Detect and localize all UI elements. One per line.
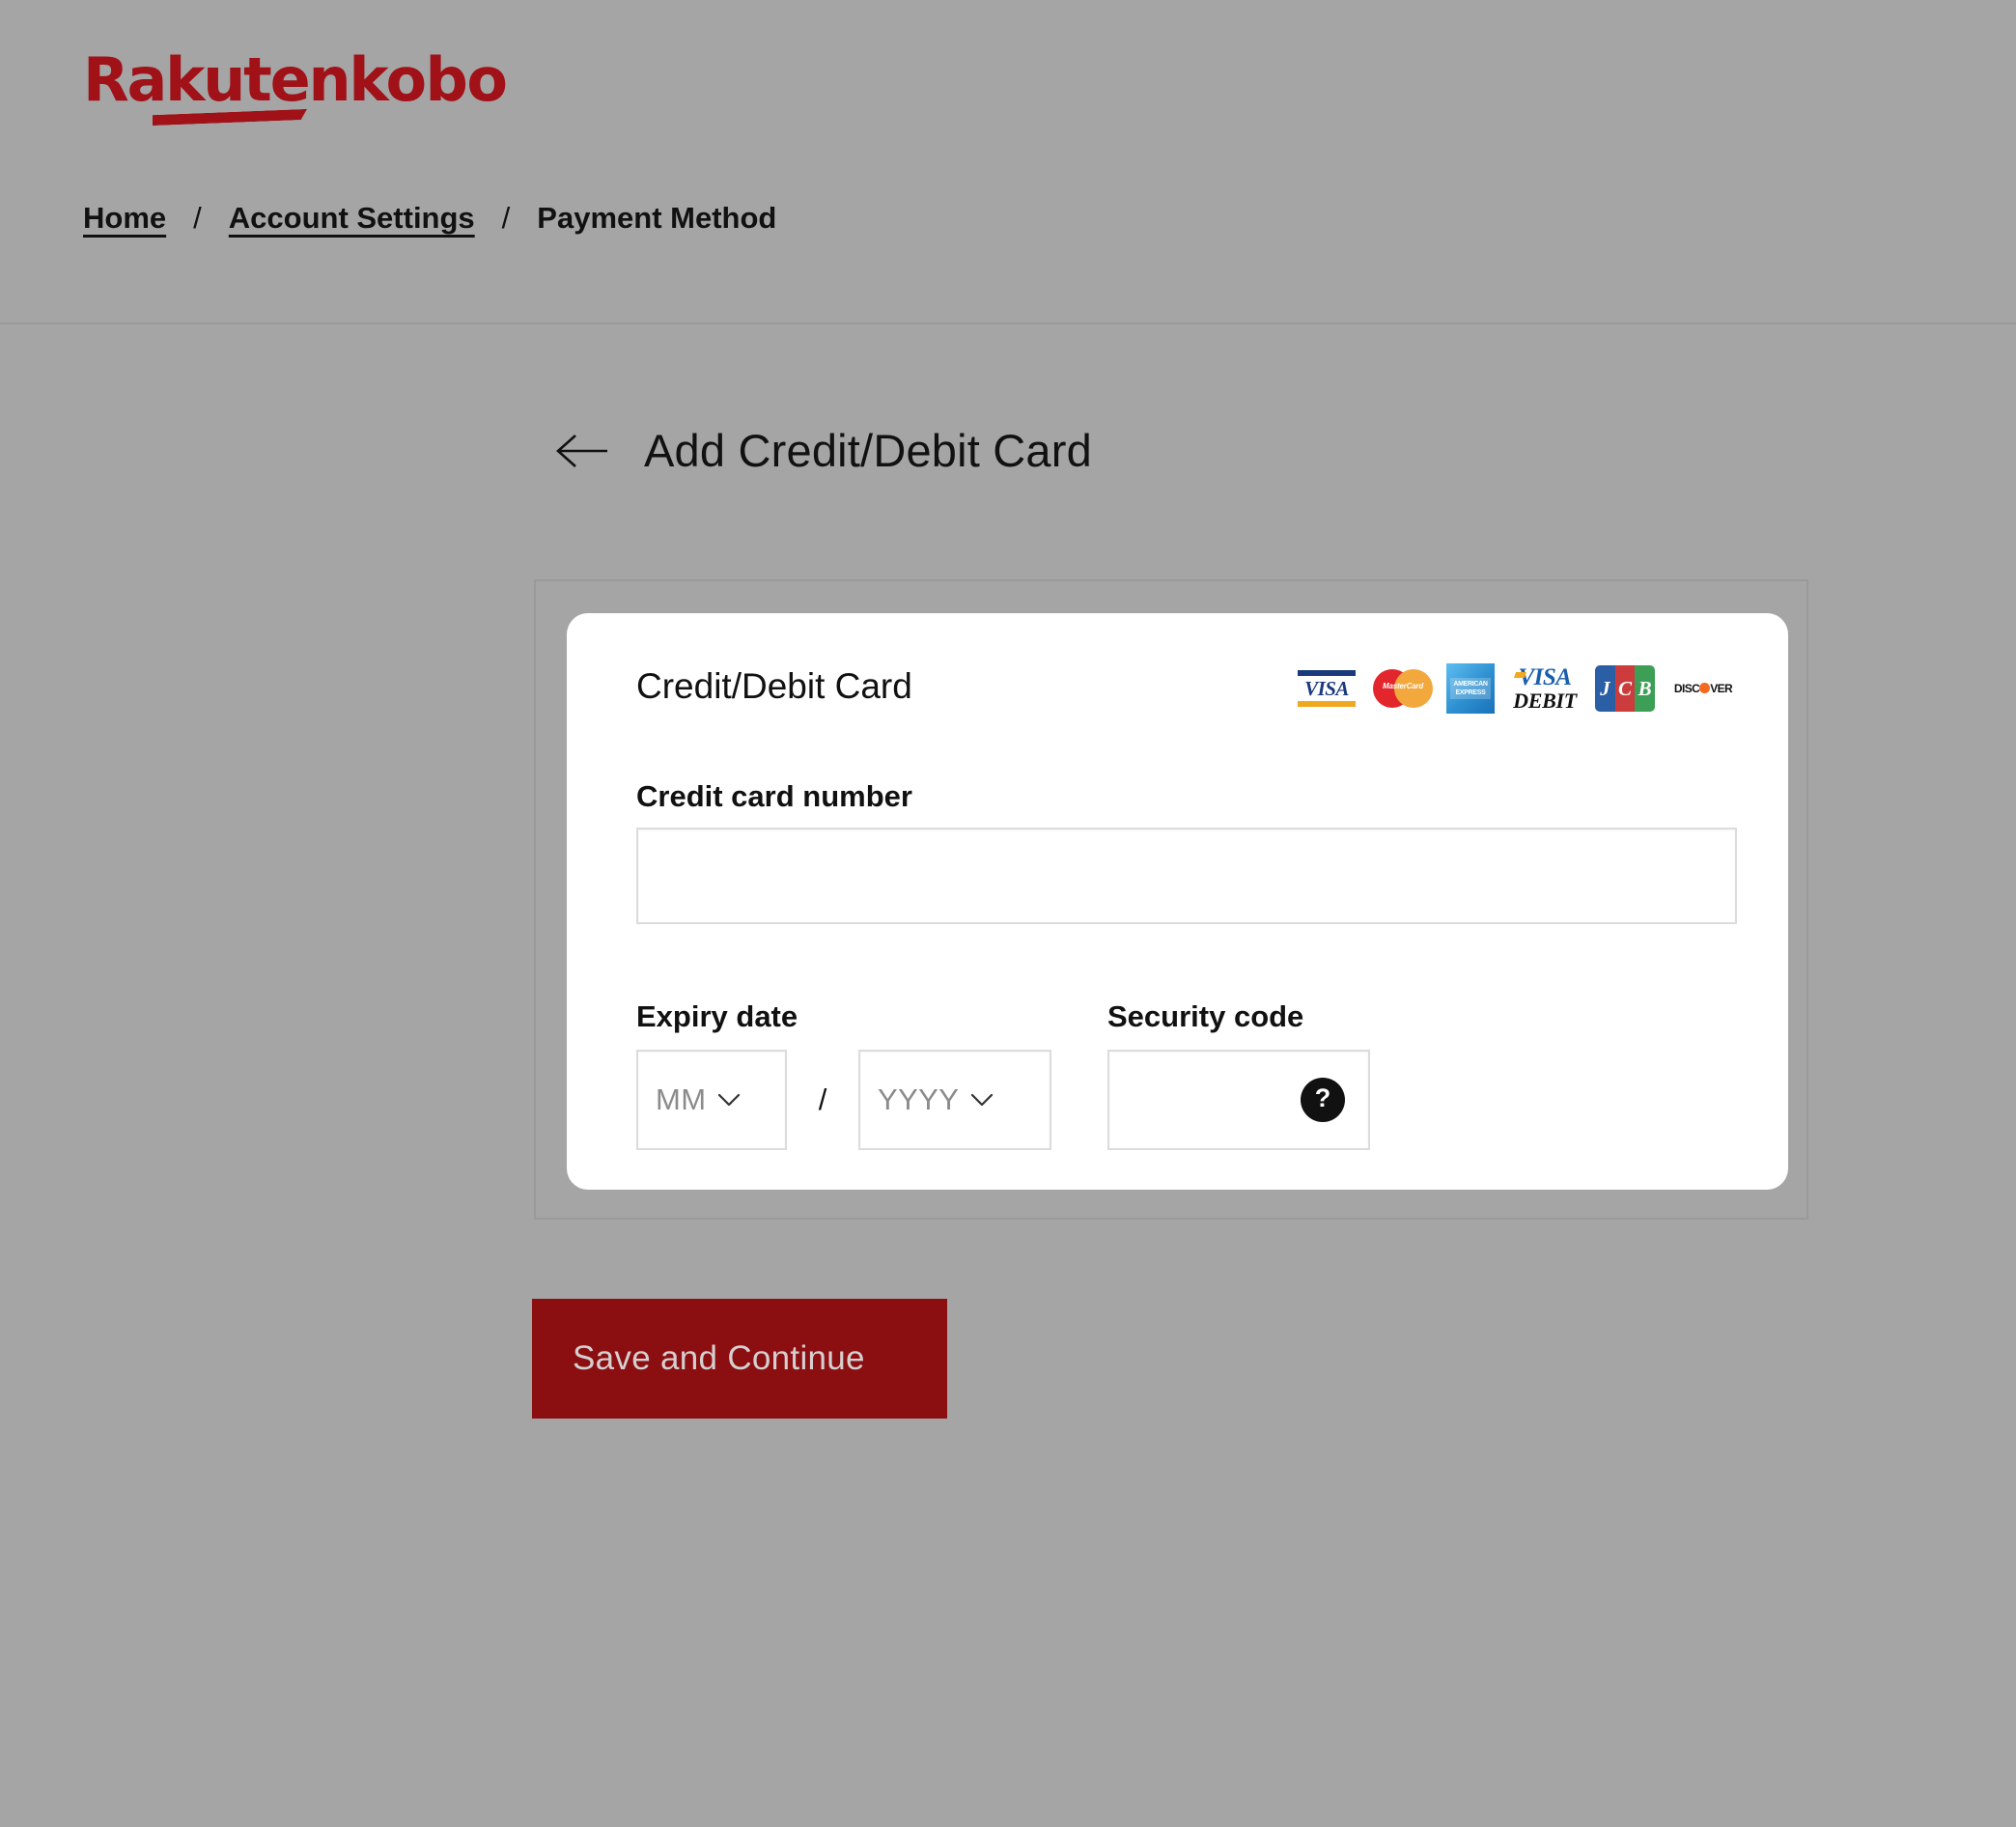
accepted-card-brands: VISA MasterCard AMERICAN EXPRESS VISA DE… — [1294, 663, 1738, 714]
jcb-letter-j: J — [1595, 665, 1615, 712]
expiry-year-value: YYYY — [878, 1082, 960, 1116]
security-code-help-icon[interactable]: ? — [1301, 1078, 1345, 1122]
breadcrumb-item-account-settings[interactable]: Account Settings — [229, 201, 475, 236]
breadcrumb-separator: / — [193, 201, 202, 235]
credit-card-panel: Credit/Debit Card VISA MasterCard AMERIC… — [567, 613, 1788, 1190]
page-title: Add Credit/Debit Card — [644, 425, 1092, 476]
page-title-row: Add Credit/Debit Card — [555, 417, 1092, 485]
payment-form-container: Credit/Debit Card VISA MasterCard AMERIC… — [534, 579, 1808, 1220]
discover-label-before: DISC — [1673, 682, 1700, 695]
american-express-icon: AMERICAN EXPRESS — [1446, 663, 1495, 714]
save-and-continue-button[interactable]: Save and Continue — [532, 1299, 947, 1419]
visa-top-bar — [1298, 670, 1356, 676]
visa-label: VISA — [1304, 677, 1349, 700]
expiry-month-select[interactable]: MM — [636, 1050, 787, 1150]
expiry-date-label: Expiry date — [636, 999, 798, 1033]
discover-icon: DISC VER — [1668, 674, 1738, 703]
jcb-letter-c: C — [1614, 665, 1636, 712]
visa-debit-top-label: VISA — [1518, 664, 1572, 690]
jcb-letter-b: B — [1635, 665, 1655, 712]
visa-icon: VISA — [1294, 665, 1359, 712]
expiry-month-value: MM — [656, 1082, 707, 1116]
expiry-date-row: MM / YYYY — [636, 1050, 1051, 1150]
breadcrumb-item-payment-method: Payment Method — [537, 201, 777, 235]
discover-orange-dot — [1699, 683, 1711, 693]
visa-debit-icon: VISA DEBIT — [1508, 665, 1582, 712]
jcb-icon: J C B — [1595, 665, 1655, 712]
page-root: Rakutenkobo Home / Account Settings / Pa… — [0, 0, 2016, 1827]
amex-label: AMERICAN EXPRESS — [1450, 678, 1491, 699]
logo-rakuten-word: Rakuten — [83, 44, 351, 115]
logo-kobo-word: kobo — [349, 44, 508, 115]
visa-debit-bottom-label: DEBIT — [1513, 689, 1577, 713]
credit-card-number-input[interactable] — [636, 828, 1737, 924]
panel-header: Credit/Debit Card VISA MasterCard AMERIC… — [567, 613, 1788, 729]
arrow-left-icon[interactable] — [555, 432, 609, 470]
chevron-down-icon — [718, 1093, 741, 1106]
breadcrumb-item-home[interactable]: Home — [83, 201, 166, 236]
expiry-year-select[interactable]: YYYY — [858, 1050, 1051, 1150]
rakuten-kobo-logo[interactable]: Rakutenkobo — [83, 46, 527, 133]
breadcrumb: Home / Account Settings / Payment Method — [83, 201, 776, 236]
discover-label: DISC VER — [1673, 682, 1733, 695]
chevron-down-icon — [971, 1093, 994, 1106]
visa-bottom-bar — [1298, 701, 1356, 707]
site-header: Rakutenkobo Home / Account Settings / Pa… — [0, 0, 2016, 324]
security-code-label: Security code — [1107, 999, 1304, 1033]
credit-card-number-label: Credit card number — [636, 779, 912, 813]
expiry-separator: / — [818, 1082, 827, 1116]
breadcrumb-separator: / — [501, 201, 511, 235]
security-code-input[interactable] — [1109, 1052, 1301, 1148]
panel-title: Credit/Debit Card — [636, 666, 912, 706]
mastercard-label: MasterCard — [1382, 682, 1424, 690]
discover-label-after: VER — [1710, 682, 1733, 695]
logo-text: Rakutenkobo — [83, 46, 527, 114]
mastercard-icon: MasterCard — [1373, 667, 1433, 710]
security-code-field: ? — [1107, 1050, 1370, 1150]
visa-debit-accent — [1513, 672, 1527, 678]
